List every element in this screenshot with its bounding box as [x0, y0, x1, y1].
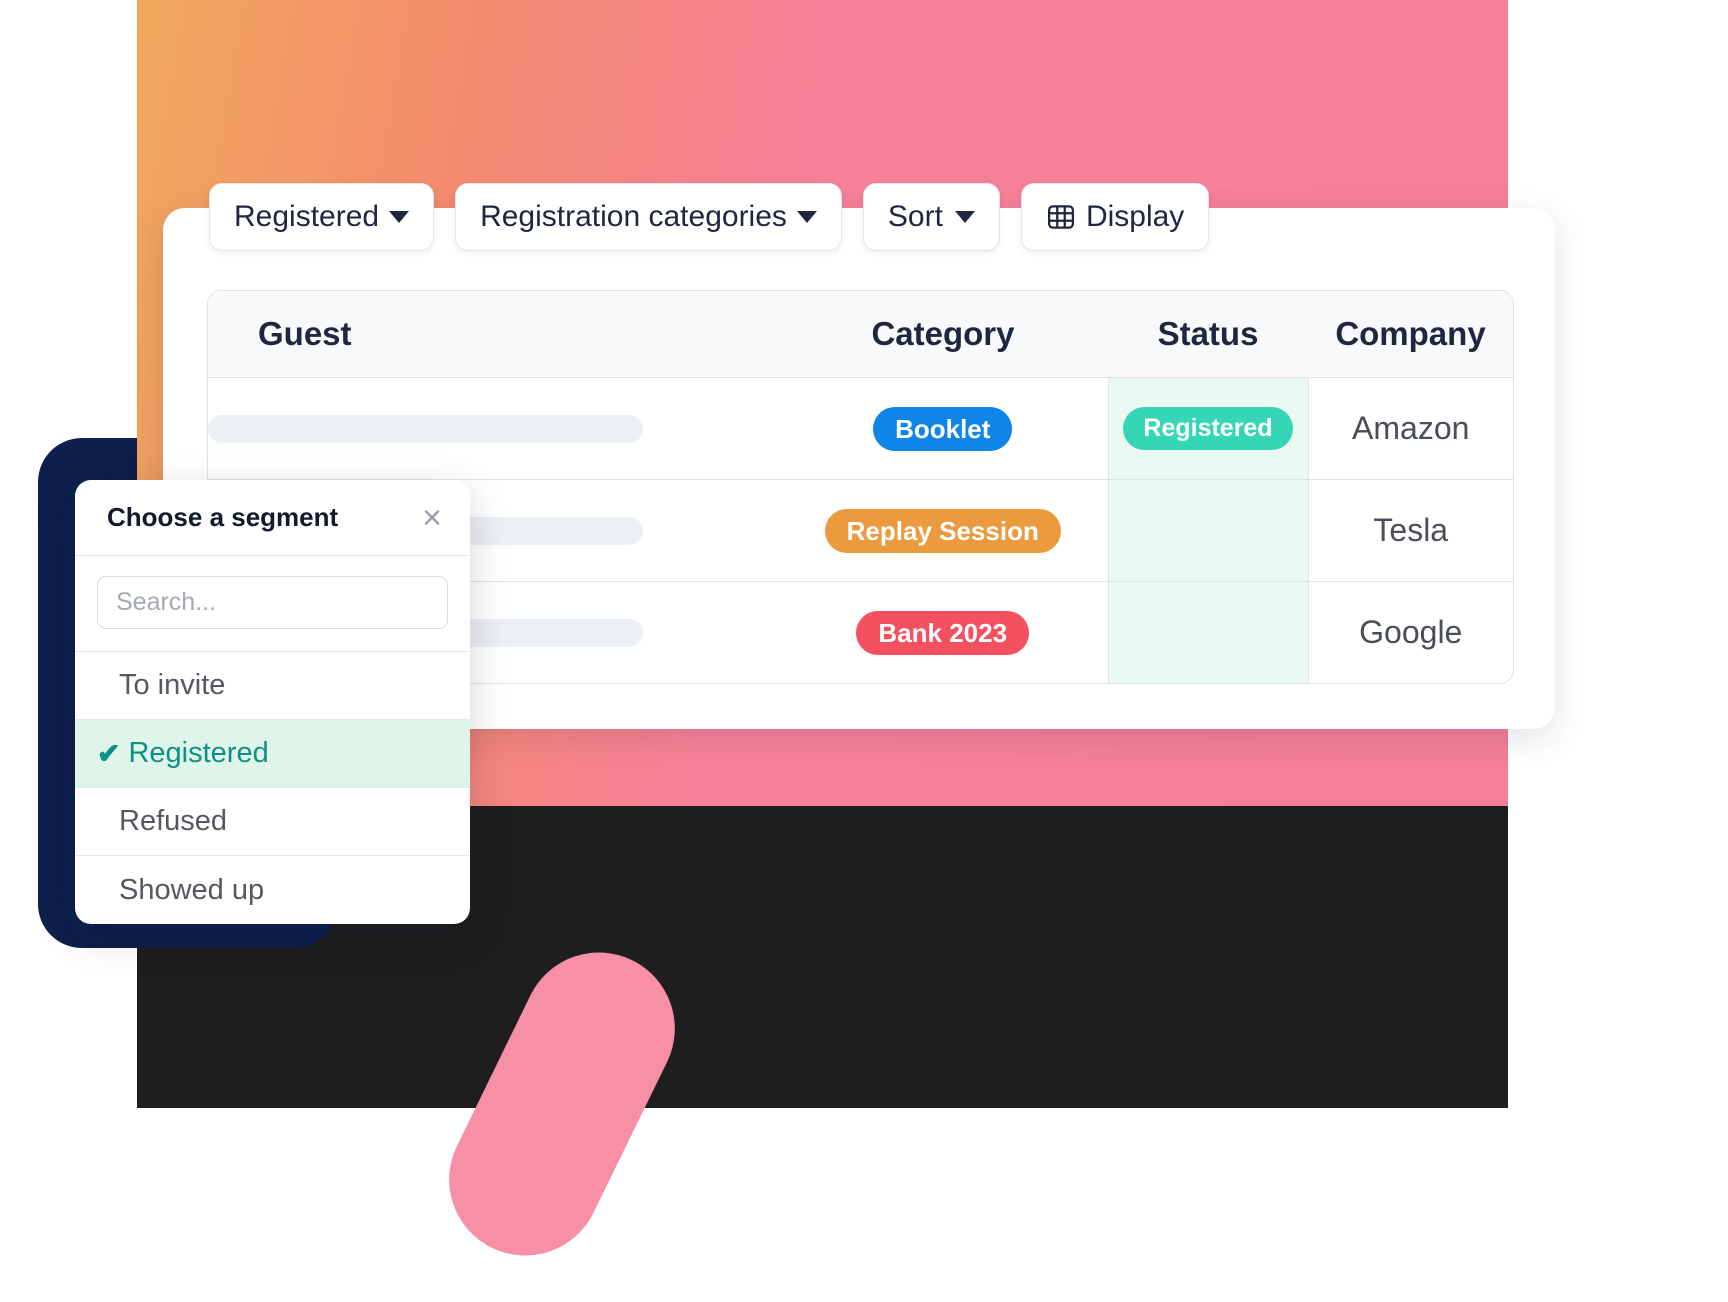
category-badge: Booklet — [873, 406, 1013, 451]
display-label: Display — [1085, 200, 1185, 233]
filter-registration-categories-label: Registration categories — [480, 200, 787, 233]
cell-category: Bank 2023 — [778, 582, 1108, 684]
cell-guest — [208, 377, 778, 480]
dialog-header: Choose a segment × — [75, 480, 470, 556]
segment-item-registered[interactable]: ✔ Registered — [75, 720, 470, 788]
sort-button[interactable]: Sort — [862, 183, 1000, 251]
segment-item-label: Registered — [128, 737, 269, 769]
display-button[interactable]: Display — [1020, 183, 1210, 251]
cell-company: Amazon — [1308, 377, 1513, 480]
column-header-guest[interactable]: Guest — [208, 291, 778, 378]
check-icon: ✔ — [97, 737, 121, 769]
segment-item-refused[interactable]: Refused — [75, 788, 470, 856]
segment-item-label: Showed up — [119, 873, 265, 906]
column-header-status[interactable]: Status — [1108, 291, 1308, 378]
dialog-title: Choose a segment — [107, 502, 339, 532]
chevron-down-icon — [389, 211, 410, 223]
column-header-category[interactable]: Category — [778, 291, 1108, 378]
close-icon[interactable]: × — [418, 501, 446, 535]
dialog-search-area — [75, 556, 470, 652]
cell-status — [1107, 581, 1309, 683]
segment-item-label: Refused — [119, 805, 228, 837]
filter-registered-label: Registered — [234, 200, 380, 233]
chevron-down-icon — [796, 211, 817, 223]
cell-category: Replay Session — [778, 479, 1108, 582]
chevron-down-icon — [954, 211, 975, 223]
cell-status: Registered — [1107, 377, 1309, 480]
filter-toolbar: Registered Registration categories Sort … — [209, 183, 1210, 251]
filter-registered-button[interactable]: Registered — [209, 183, 435, 251]
table-header-row: Guest Category Status Company — [208, 291, 1513, 378]
segment-item-showed-up[interactable]: Showed up — [75, 856, 470, 924]
cell-company: Google — [1359, 614, 1463, 650]
filter-registration-categories-button[interactable]: Registration categories — [455, 183, 842, 251]
table-row[interactable]: Booklet Registered Amazon — [208, 377, 1513, 480]
cell-category: Booklet — [778, 377, 1108, 480]
table-header: Guest Category Status Company — [208, 291, 1513, 378]
category-badge: Bank 2023 — [856, 610, 1030, 655]
segment-item-to-invite[interactable]: To invite — [75, 652, 470, 720]
search-input[interactable] — [97, 576, 448, 629]
segment-item-label: To invite — [119, 669, 226, 701]
column-header-company[interactable]: Company — [1308, 291, 1513, 378]
cell-status — [1107, 479, 1309, 582]
table-grid-icon — [1046, 202, 1076, 232]
choose-segment-dialog: Choose a segment × To invite ✔ Registere… — [75, 480, 470, 924]
status-badge: Registered — [1123, 407, 1293, 450]
segment-list: To invite ✔ Registered Refused Showed up — [75, 652, 470, 924]
category-badge: Replay Session — [824, 508, 1061, 553]
guest-name-placeholder — [208, 414, 643, 443]
cell-company: Tesla — [1308, 479, 1513, 582]
screenshot-stage: Guest Category Status Company Booklet Re… — [0, 0, 1728, 1302]
sort-label: Sort — [887, 200, 943, 233]
